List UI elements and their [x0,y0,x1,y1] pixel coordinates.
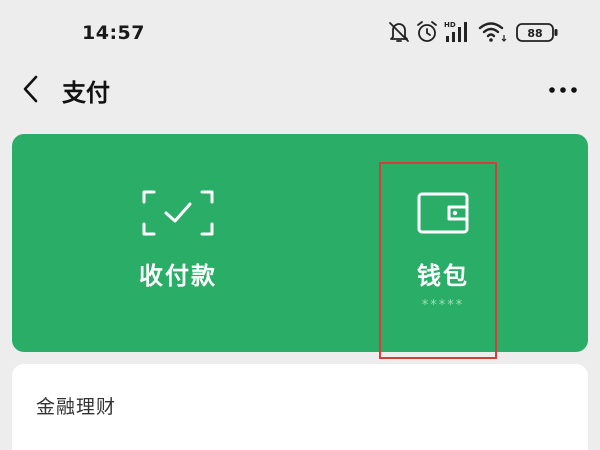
wallet-label: 钱包 [417,262,469,290]
nav-bar: 支付 [0,68,600,110]
status-time: 14:57 [82,22,145,44]
services-card: 收付款 钱包 ***** [12,134,588,352]
pay-receive-label: 收付款 [139,262,217,290]
wallet-icon [417,192,469,234]
battery-icon: 88 [516,23,558,42]
finance-section: 金融理财 [12,364,588,450]
wifi-icon [478,22,507,42]
chevron-left-icon [23,75,38,103]
status-bar: 14:57 HD 88 [0,0,600,68]
network-label: HD [444,21,456,29]
scan-check-icon [142,190,214,236]
back-button[interactable] [18,72,48,106]
signal-icon: HD [444,21,467,42]
page-title: 支付 [62,79,110,107]
more-button[interactable] [546,76,580,104]
wallet-balance-masked: ***** [421,298,465,313]
alarm-icon [417,21,437,42]
mute-bell-icon [389,22,409,42]
status-icons: HD 88 [388,20,588,48]
pay-receive-button[interactable]: 收付款 [68,134,288,352]
finance-section-title: 金融理财 [36,396,117,418]
battery-level: 88 [527,27,542,40]
wallet-button[interactable]: 钱包 ***** [333,134,553,352]
more-dots-icon [549,87,577,93]
